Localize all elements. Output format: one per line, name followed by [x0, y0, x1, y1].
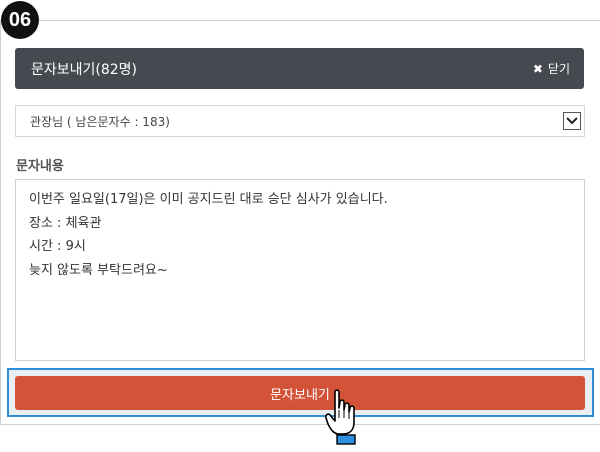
message-label: 문자내용 [16, 159, 64, 174]
panel-header: 문자보내기(82명) ✖ 닫기 [15, 48, 584, 89]
pointer-hand-icon [325, 389, 356, 445]
message-textarea[interactable]: 이번주 일요일(17일)은 이미 공지드린 대로 승단 심사가 있습니다. 장소… [15, 179, 585, 361]
chevron-down-icon[interactable] [563, 112, 581, 130]
close-label: 닫기 [547, 62, 570, 76]
message-line: 이번주 일요일(17일)은 이미 공지드린 대로 승단 심사가 있습니다. [29, 192, 388, 207]
panel-title: 문자보내기(82명) [31, 61, 138, 78]
sender-select[interactable]: 관장님 ( 남은문자수 : 183) [15, 105, 585, 137]
close-button[interactable]: ✖ 닫기 [533, 60, 570, 77]
sender-select-value: 관장님 ( 남은문자수 : 183) [30, 114, 170, 129]
send-sms-button[interactable]: 문자보내기 [15, 376, 585, 410]
close-icon: ✖ [532, 61, 543, 76]
message-line: 장소 : 체육관 [29, 215, 102, 231]
message-line: 늦지 않도록 부탁드려요~ [29, 262, 168, 278]
step-number-badge: 06 [1, 1, 39, 39]
send-sms-label: 문자보내기 [270, 387, 330, 403]
message-line: 시간 : 9시 [29, 239, 86, 254]
